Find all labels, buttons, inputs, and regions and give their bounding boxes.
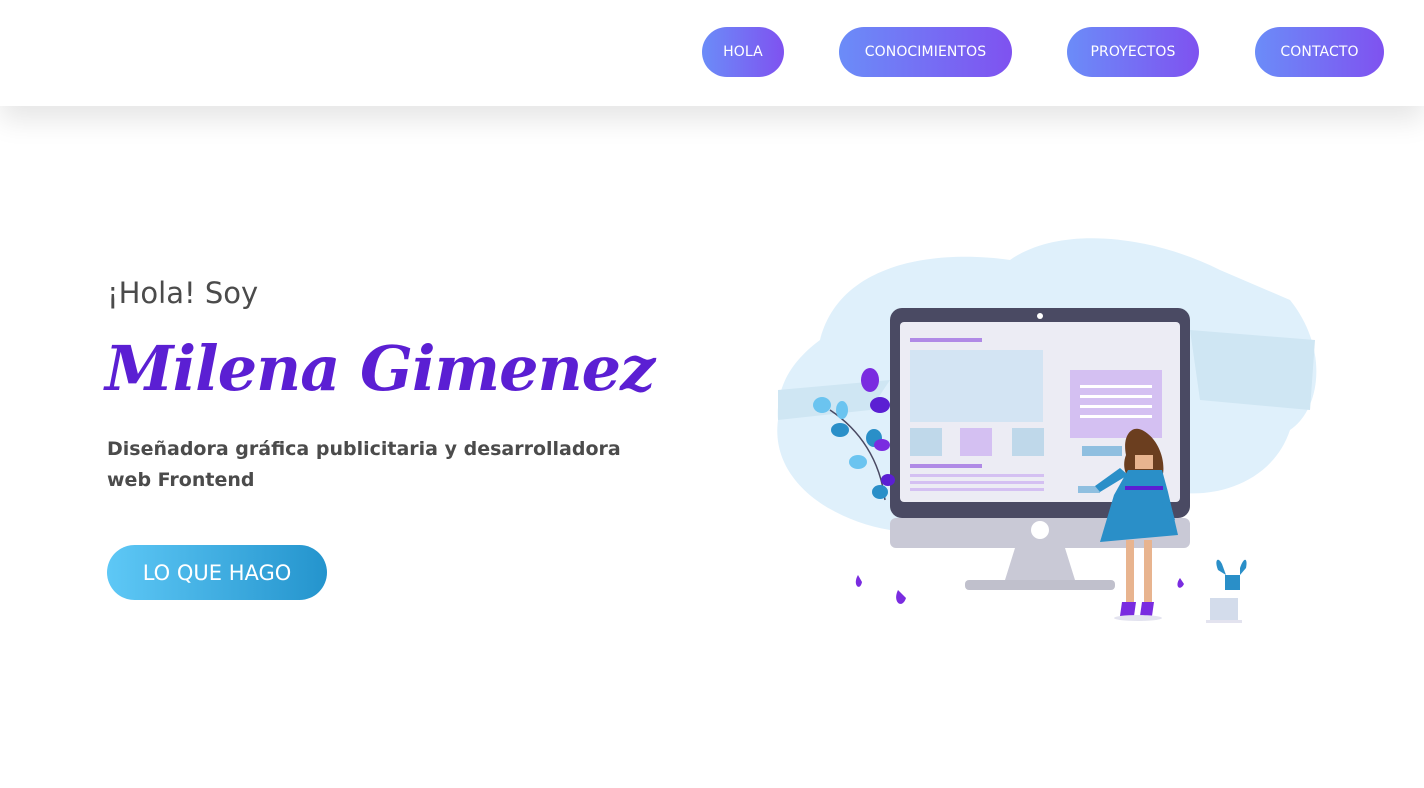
- nav-button-proyectos[interactable]: PROYECTOS: [1067, 27, 1199, 77]
- nav-button-hola[interactable]: HOLA: [702, 27, 784, 77]
- nav-button-contacto[interactable]: CONTACTO: [1255, 27, 1384, 77]
- lo-que-hago-button[interactable]: LO QUE HAGO: [107, 545, 327, 600]
- nav-button-conocimientos[interactable]: CONOCIMIENTOS: [839, 27, 1012, 77]
- hero-description: Diseñadora gráfica publicitaria y desarr…: [107, 438, 621, 491]
- hero-name: Milena Gimenez: [105, 332, 655, 405]
- woman-at-computer-illustration: [777, 238, 1317, 623]
- hero-intro: ¡Hola! Soy: [107, 276, 259, 310]
- cactus-pot: [1206, 559, 1247, 623]
- top-navbar: HOLA CONOCIMIENTOS PROYECTOS CONTACTO: [0, 0, 1424, 106]
